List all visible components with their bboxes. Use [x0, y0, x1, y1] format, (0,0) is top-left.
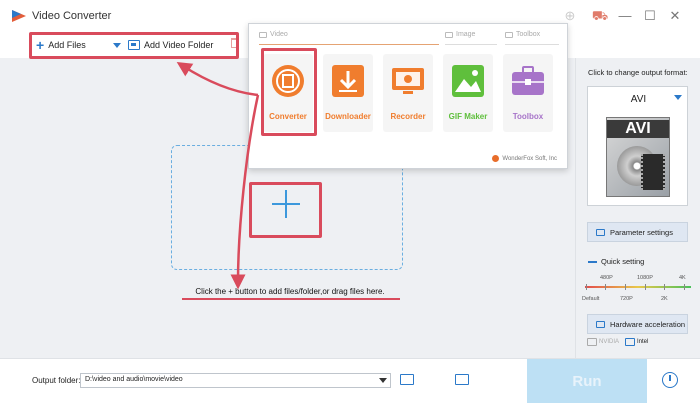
highlight-add-plus [249, 182, 322, 238]
avi-format-icon: AVI [606, 117, 670, 197]
category-video-underline [259, 44, 439, 45]
gif-image-icon [452, 65, 484, 97]
hardware-options: NVIDIA Intel [587, 335, 688, 349]
cart-icon[interactable]: ⛟ [590, 6, 610, 26]
quick-setting-icon [588, 260, 597, 263]
minimize-button[interactable]: — [615, 6, 635, 26]
category-image-underline [445, 44, 497, 45]
quick-setting-title: Quick setting [588, 257, 644, 266]
intel-label: Intel [637, 339, 649, 345]
nvidia-option[interactable]: NVIDIA [587, 335, 619, 349]
toolbox-category-icon [505, 31, 513, 38]
quality-label-720p: 720P [620, 296, 633, 302]
film-strip-icon [641, 154, 665, 190]
open-folder-icon[interactable] [400, 374, 414, 385]
hardware-acceleration-label: Hardware acceleration [610, 319, 686, 329]
highlight-add-files [29, 32, 239, 59]
slider-tick [664, 284, 665, 290]
run-label: Run [572, 373, 602, 390]
wonderfox-logo-icon [492, 155, 500, 162]
gif-maker-tile[interactable]: GIF Maker [443, 54, 493, 132]
quality-label-2k: 2K [661, 296, 668, 302]
video-folder-icon[interactable] [455, 374, 469, 385]
quality-label-default: Default [582, 296, 600, 302]
alarm-clock-icon[interactable] [662, 372, 678, 388]
download-arrow-icon [332, 65, 364, 97]
screen-recorder-icon [392, 68, 424, 94]
window-title: Video Converter [32, 10, 112, 22]
category-toolbox-underline [505, 44, 559, 45]
category-video: Video [259, 31, 288, 38]
downloader-label: Downloader [325, 112, 371, 121]
category-toolbox-label: Toolbox [516, 31, 541, 38]
quick-setting-label: Quick setting [601, 257, 645, 266]
app-logo-icon [12, 10, 26, 22]
gif-maker-label: GIF Maker [448, 112, 488, 121]
output-settings-panel: Click to change output format: AVI AVI P… [575, 58, 700, 358]
highlight-underline [182, 298, 400, 300]
slider-tick [645, 284, 646, 290]
output-folder-label: Output folder: [32, 376, 81, 385]
quality-label-1080p: 1080P [637, 275, 653, 281]
chip-icon [596, 320, 605, 328]
category-toolbox: Toolbox [505, 31, 540, 38]
category-image: Image [445, 31, 475, 38]
popup-footer-text: WonderFox Soft, Inc [502, 155, 557, 162]
drop-hint-text: Click the + button to add files/folder,o… [195, 287, 385, 296]
intel-option[interactable]: Intel [625, 335, 648, 349]
nvidia-icon [587, 338, 597, 346]
chevron-down-icon[interactable] [379, 378, 387, 383]
category-image-label: Image [456, 31, 476, 38]
recorder-tile[interactable]: Recorder [383, 54, 433, 132]
maximize-button[interactable]: ☐ [640, 6, 660, 26]
intel-icon [625, 338, 636, 346]
output-format-caption: Click to change output format: [588, 68, 688, 77]
output-folder-field[interactable]: D:\video and audio\movie\video [80, 373, 391, 388]
highlight-converter [261, 48, 317, 136]
hardware-acceleration-button[interactable]: Hardware acceleration [587, 314, 688, 334]
bottom-bar: Output folder: D:\video and audio\movie\… [0, 358, 700, 403]
quality-label-480p: 480P [600, 275, 613, 281]
video-category-icon [259, 31, 267, 38]
toolbox-tile[interactable]: Toolbox [503, 54, 553, 132]
parameter-settings-button[interactable]: Parameter settings [587, 222, 688, 242]
chevron-down-icon [674, 95, 682, 100]
parameter-settings-label: Parameter settings [610, 227, 673, 237]
category-video-label: Video [270, 31, 288, 38]
output-format-selector[interactable]: AVI AVI [587, 86, 688, 206]
sliders-icon [596, 228, 605, 236]
avi-badge-text: AVI [607, 120, 669, 138]
close-button[interactable]: ✕ [665, 6, 685, 26]
slider-tick [586, 284, 587, 290]
quality-label-4k: 4K [679, 275, 686, 281]
toolbox-label: Toolbox [512, 112, 544, 121]
image-category-icon [445, 31, 453, 38]
slider-tick [605, 284, 606, 290]
downloader-tile[interactable]: Downloader [323, 54, 373, 132]
nvidia-label: NVIDIA [599, 339, 620, 345]
slider-tick [684, 284, 685, 290]
popup-footer: WonderFox Soft, Inc [492, 155, 557, 162]
output-folder-value: D:\video and audio\movie\video [85, 376, 183, 383]
run-button[interactable]: Run [527, 359, 647, 403]
quality-slider[interactable] [585, 286, 691, 288]
slider-tick [625, 284, 626, 290]
toolbox-icon [512, 66, 544, 95]
recorder-label: Recorder [390, 112, 426, 121]
